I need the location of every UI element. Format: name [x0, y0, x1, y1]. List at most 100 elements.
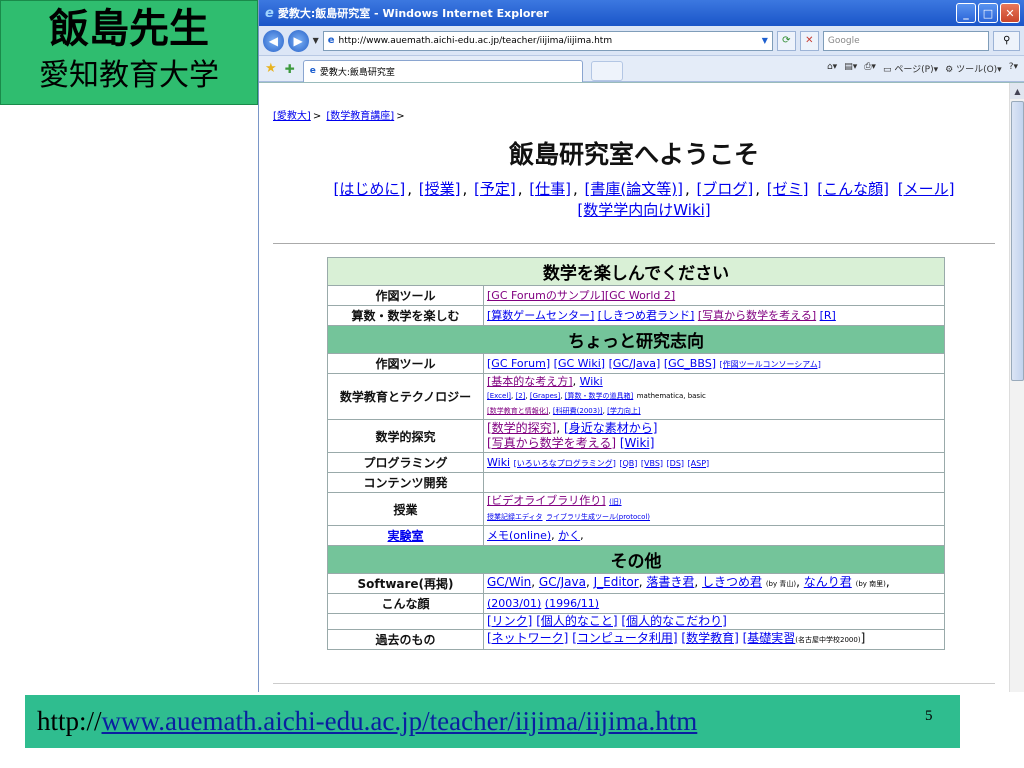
- row-content: [リンク] [個人的なこと] [個人的なこだわり]: [483, 613, 945, 630]
- table-link[interactable]: GC/Win: [487, 575, 531, 589]
- table-link[interactable]: [Excel]: [487, 392, 511, 400]
- forward-arrow-icon[interactable]: ▶: [287, 29, 309, 52]
- nav-link[interactable]: [予定]: [474, 180, 516, 198]
- table-link[interactable]: [基礎実習: [743, 631, 796, 645]
- table-link[interactable]: [学力向上]: [607, 407, 640, 415]
- nav-link[interactable]: [メール]: [898, 180, 955, 198]
- table-link[interactable]: Wiki: [580, 375, 603, 388]
- url-field[interactable]: e http://www.auemath.aichi-edu.ac.jp/tea…: [322, 30, 773, 51]
- scroll-thumb[interactable]: [1011, 101, 1024, 381]
- feeds-icon[interactable]: ▤▾: [844, 62, 857, 75]
- table-link[interactable]: (2003/01): [487, 597, 541, 610]
- search-input[interactable]: Google: [822, 30, 990, 51]
- nav-link[interactable]: [数学学内向けWiki]: [577, 201, 710, 219]
- table-link[interactable]: [コンピュータ利用]: [572, 631, 677, 645]
- table-link[interactable]: [数学教育と情報化]: [487, 407, 548, 415]
- table-link[interactable]: [GC Forum]: [487, 357, 550, 370]
- stop-icon[interactable]: ✕: [799, 30, 819, 51]
- caption-link[interactable]: www.auemath.aichi-edu.ac.jp/teacher/iiji…: [102, 706, 698, 737]
- table-link[interactable]: [いろいろなプログラミング]: [514, 459, 616, 468]
- table-link[interactable]: [R]: [820, 309, 836, 322]
- table-link[interactable]: GC/Java: [539, 575, 586, 589]
- window-titlebar: e 愛教大:飯島研究室 - Windows Internet Explorer …: [259, 0, 1024, 26]
- breadcrumb-link[interactable]: [数学教育講座]: [326, 111, 394, 122]
- table-link[interactable]: [基本的な考え方]: [487, 375, 573, 388]
- tools-menu[interactable]: ⚙ ツール(O)▾: [945, 62, 1002, 75]
- url-dropdown-icon[interactable]: ▼: [762, 36, 768, 45]
- table-link[interactable]: [リンク]: [487, 614, 532, 628]
- url-text[interactable]: http://www.auemath.aichi-edu.ac.jp/teach…: [339, 36, 758, 46]
- home-icon[interactable]: ⌂▾: [827, 62, 837, 75]
- table-link[interactable]: 落書き君: [646, 575, 694, 589]
- nav-link[interactable]: [ゼミ]: [767, 180, 809, 198]
- table-link[interactable]: ライブラリ生成ツール(protocol): [546, 513, 650, 521]
- table-link[interactable]: (1996/11): [545, 597, 599, 610]
- page-menu[interactable]: ▭ ページ(P)▾: [883, 62, 938, 75]
- nav-link[interactable]: [授業]: [419, 180, 461, 198]
- table-link[interactable]: [GC/Java]: [609, 357, 661, 370]
- new-tab-button[interactable]: [590, 60, 623, 81]
- table-link[interactable]: [写真から数学を考える]: [698, 309, 816, 322]
- maximize-icon[interactable]: □: [978, 3, 998, 23]
- nav-link[interactable]: [仕事]: [529, 180, 571, 198]
- table-row: 過去のもの [ネットワーク] [コンピュータ利用] [数学教育] [基礎実習(名…: [327, 629, 945, 650]
- nav-link[interactable]: [こんな顔]: [817, 180, 889, 198]
- print-icon[interactable]: ⎙▾: [864, 62, 876, 75]
- row-content: [基本的な考え方], Wiki [Excel], [2], [Grapes], …: [483, 373, 945, 420]
- table-link[interactable]: [GC Wiki]: [554, 357, 605, 370]
- table-link[interactable]: [ビデオライブラリ作り]: [487, 494, 606, 507]
- lab-link[interactable]: 実験室: [387, 529, 423, 543]
- table-link[interactable]: [2]: [515, 392, 525, 400]
- table-link[interactable]: [ネットワーク]: [487, 631, 568, 645]
- search-icon[interactable]: ⚲: [993, 30, 1021, 51]
- table-link[interactable]: [写真から数学を考える]: [487, 436, 616, 450]
- table-link[interactable]: かく: [558, 529, 580, 542]
- table-row: 数学教育とテクノロジー [基本的な考え方], Wiki [Excel], [2]…: [327, 373, 945, 420]
- table-row: 算数・数学を楽しむ [算数ゲームセンター] [しきつめ君ランド] [写真から数学…: [327, 305, 945, 326]
- table-link[interactable]: [ASP]: [688, 459, 710, 468]
- table-link[interactable]: [個人的なこだわり]: [621, 614, 726, 628]
- refresh-icon[interactable]: ⟳: [776, 30, 796, 51]
- window-title: 愛教大:飯島研究室 - Windows Internet Explorer: [277, 7, 549, 20]
- table-link[interactable]: [数学教育]: [681, 631, 738, 645]
- table-link[interactable]: しきつめ君: [702, 575, 762, 589]
- table-link[interactable]: [作図ツールコンソーシアム]: [719, 360, 820, 369]
- table-link[interactable]: 授業記録エディタ: [487, 513, 543, 521]
- close-icon[interactable]: ✕: [1000, 3, 1020, 23]
- table-link[interactable]: [身近な素材から]: [564, 421, 657, 435]
- table-link[interactable]: [個人的なこと]: [536, 614, 617, 628]
- row-content: [ネットワーク] [コンピュータ利用] [数学教育] [基礎実習(名古屋中学校2…: [483, 629, 945, 650]
- nav-link[interactable]: [ブログ]: [697, 180, 754, 198]
- help-icon[interactable]: ?▾: [1009, 62, 1018, 75]
- table-link[interactable]: [GC Forumのサンプル]: [487, 289, 605, 302]
- nav-link[interactable]: [書庫(論文等)]: [585, 180, 683, 198]
- history-dropdown-icon[interactable]: ▼: [313, 36, 319, 45]
- table-link[interactable]: (旧): [609, 498, 621, 506]
- star-icon[interactable]: ★: [265, 61, 277, 76]
- table-link[interactable]: [しきつめ君ランド]: [598, 309, 695, 322]
- browser-tab[interactable]: e 愛教大:飯島研究室: [302, 59, 583, 82]
- table-link[interactable]: [算数ゲームセンター]: [487, 309, 594, 322]
- table-link[interactable]: なんり君: [804, 575, 852, 589]
- table-link[interactable]: Wiki: [487, 456, 510, 469]
- nav-link[interactable]: [はじめに]: [333, 180, 405, 198]
- table-link[interactable]: [QB]: [619, 459, 637, 468]
- scroll-up-icon[interactable]: ▲: [1010, 83, 1024, 99]
- breadcrumb-link[interactable]: [愛教大]: [273, 111, 311, 122]
- table-link[interactable]: メモ(online): [487, 529, 551, 542]
- table-link[interactable]: [VBS]: [641, 459, 663, 468]
- table-link[interactable]: [数学的探究]: [487, 421, 556, 435]
- table-link[interactable]: [科研費(2003)]: [553, 407, 603, 415]
- minimize-icon[interactable]: _: [956, 3, 976, 23]
- links-table: 数学を楽しんでください 作図ツール [GC Forumのサンプル][GC Wor…: [327, 257, 945, 650]
- table-link[interactable]: [算数・数学の道具箱]: [565, 392, 633, 400]
- table-link[interactable]: [GC_BBS]: [664, 357, 716, 370]
- add-favorite-icon[interactable]: ✚: [285, 62, 295, 76]
- table-link[interactable]: [DS]: [667, 459, 684, 468]
- table-link[interactable]: [Wiki]: [620, 436, 655, 450]
- table-link[interactable]: [GC World 2]: [605, 289, 675, 302]
- table-link[interactable]: J_Editor: [594, 575, 639, 589]
- table-link[interactable]: [Grapes]: [530, 392, 560, 400]
- back-arrow-icon[interactable]: ◀: [263, 29, 284, 52]
- vertical-scrollbar[interactable]: ▲: [1009, 83, 1024, 692]
